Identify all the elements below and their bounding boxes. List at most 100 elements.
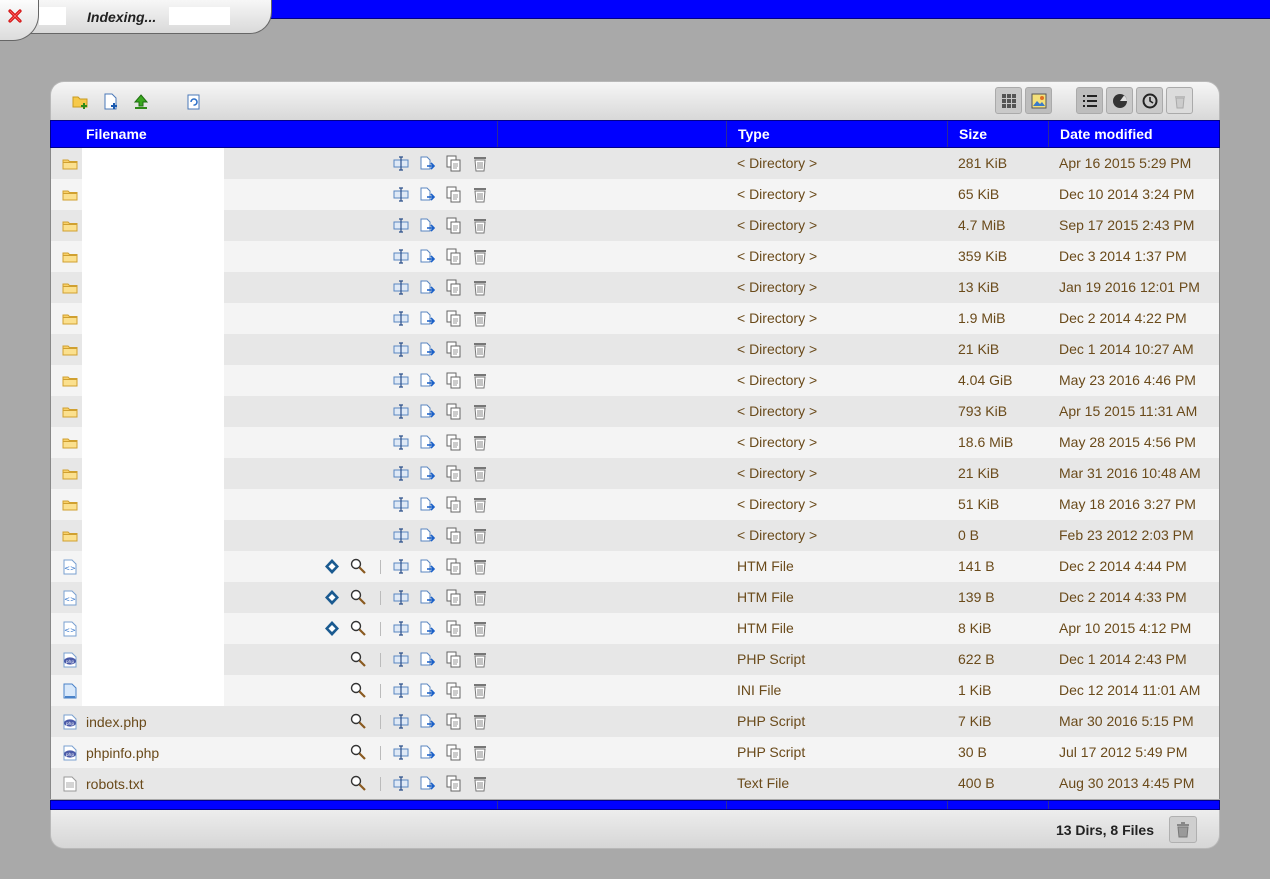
close-button[interactable] bbox=[0, 0, 39, 41]
file-row[interactable]: INI File 1 KiB Dec 12 2014 11:01 AM bbox=[50, 675, 1220, 706]
move-icon[interactable] bbox=[419, 310, 436, 327]
move-icon[interactable] bbox=[419, 434, 436, 451]
file-row[interactable]: < Directory > 1.9 MiB Dec 2 2014 4:22 PM bbox=[50, 303, 1220, 334]
copy-icon[interactable] bbox=[446, 279, 462, 296]
upload-icon[interactable] bbox=[132, 93, 150, 111]
redacted-filename[interactable] bbox=[82, 458, 224, 489]
trash-button[interactable] bbox=[1169, 816, 1197, 843]
rename-icon[interactable] bbox=[393, 186, 409, 203]
copy-icon[interactable] bbox=[446, 186, 462, 203]
redacted-filename[interactable] bbox=[82, 489, 224, 520]
copy-icon[interactable] bbox=[446, 558, 462, 575]
redacted-filename[interactable] bbox=[82, 210, 224, 241]
file-row[interactable]: < Directory > 18.6 MiB May 28 2015 4:56 PM bbox=[50, 427, 1220, 458]
delete-icon[interactable] bbox=[472, 713, 488, 730]
column-header-type[interactable]: Type bbox=[738, 121, 770, 147]
rename-icon[interactable] bbox=[393, 217, 409, 234]
redacted-filename[interactable] bbox=[82, 148, 224, 179]
redacted-filename[interactable] bbox=[82, 551, 224, 582]
rename-icon[interactable] bbox=[393, 713, 409, 730]
move-icon[interactable] bbox=[419, 620, 436, 637]
move-icon[interactable] bbox=[419, 465, 436, 482]
copy-icon[interactable] bbox=[446, 341, 462, 358]
view-magnifier-icon[interactable] bbox=[350, 744, 366, 761]
file-row[interactable]: < Directory > 21 KiB Mar 31 2016 10:48 AM bbox=[50, 458, 1220, 489]
copy-icon[interactable] bbox=[446, 217, 462, 234]
redacted-filename[interactable] bbox=[82, 334, 224, 365]
rename-icon[interactable] bbox=[393, 496, 409, 513]
file-row[interactable]: < Directory > 4.04 GiB May 23 2016 4:46 PM bbox=[50, 365, 1220, 396]
delete-icon[interactable] bbox=[472, 279, 488, 296]
edit-icon[interactable] bbox=[324, 558, 340, 575]
move-icon[interactable] bbox=[419, 341, 436, 358]
view-magnifier-icon[interactable] bbox=[350, 682, 366, 699]
copy-icon[interactable] bbox=[446, 589, 462, 606]
column-header-date[interactable]: Date modified bbox=[1060, 121, 1153, 147]
delete-icon[interactable] bbox=[472, 465, 488, 482]
rename-icon[interactable] bbox=[393, 341, 409, 358]
new-folder-icon[interactable] bbox=[72, 93, 90, 111]
copy-icon[interactable] bbox=[446, 248, 462, 265]
file-name[interactable]: robots.txt bbox=[86, 776, 144, 792]
rename-icon[interactable] bbox=[393, 465, 409, 482]
delete-icon[interactable] bbox=[472, 651, 488, 668]
move-icon[interactable] bbox=[419, 217, 436, 234]
delete-icon[interactable] bbox=[472, 217, 488, 234]
redacted-filename[interactable] bbox=[82, 582, 224, 613]
redacted-filename[interactable] bbox=[82, 396, 224, 427]
file-row[interactable]: < Directory > 13 KiB Jan 19 2016 12:01 PM bbox=[50, 272, 1220, 303]
move-icon[interactable] bbox=[419, 403, 436, 420]
delete-icon[interactable] bbox=[472, 682, 488, 699]
move-icon[interactable] bbox=[419, 186, 436, 203]
copy-icon[interactable] bbox=[446, 775, 462, 792]
redacted-filename[interactable] bbox=[82, 520, 224, 551]
file-row[interactable]: <> HTM File 8 KiB Apr 10 2015 4:12 PM bbox=[50, 613, 1220, 644]
rename-icon[interactable] bbox=[393, 279, 409, 296]
rename-icon[interactable] bbox=[393, 620, 409, 637]
rename-icon[interactable] bbox=[393, 403, 409, 420]
copy-icon[interactable] bbox=[446, 310, 462, 327]
redacted-filename[interactable] bbox=[82, 241, 224, 272]
rename-icon[interactable] bbox=[393, 682, 409, 699]
move-icon[interactable] bbox=[419, 682, 436, 699]
rename-icon[interactable] bbox=[393, 310, 409, 327]
delete-icon[interactable] bbox=[472, 372, 488, 389]
move-icon[interactable] bbox=[419, 775, 436, 792]
redacted-filename[interactable] bbox=[82, 644, 224, 675]
delete-icon[interactable] bbox=[472, 310, 488, 327]
copy-icon[interactable] bbox=[446, 527, 462, 544]
file-row[interactable]: < Directory > 0 B Feb 23 2012 2:03 PM bbox=[50, 520, 1220, 551]
view-magnifier-icon[interactable] bbox=[350, 713, 366, 730]
rename-icon[interactable] bbox=[393, 651, 409, 668]
file-row[interactable]: php PHP Script 622 B Dec 1 2014 2:43 PM bbox=[50, 644, 1220, 675]
copy-icon[interactable] bbox=[446, 372, 462, 389]
delete-icon[interactable] bbox=[472, 155, 488, 172]
file-row[interactable]: < Directory > 21 KiB Dec 1 2014 10:27 AM bbox=[50, 334, 1220, 365]
redacted-filename[interactable] bbox=[82, 613, 224, 644]
edit-icon[interactable] bbox=[324, 620, 340, 637]
move-icon[interactable] bbox=[419, 372, 436, 389]
rename-icon[interactable] bbox=[393, 775, 409, 792]
rename-icon[interactable] bbox=[393, 434, 409, 451]
move-icon[interactable] bbox=[419, 713, 436, 730]
redacted-filename[interactable] bbox=[82, 303, 224, 334]
redacted-filename[interactable] bbox=[82, 179, 224, 210]
move-icon[interactable] bbox=[419, 558, 436, 575]
delete-icon[interactable] bbox=[472, 558, 488, 575]
view-magnifier-icon[interactable] bbox=[350, 651, 366, 668]
file-row[interactable]: <> HTM File 139 B Dec 2 2014 4:33 PM bbox=[50, 582, 1220, 613]
copy-icon[interactable] bbox=[446, 651, 462, 668]
delete-icon[interactable] bbox=[472, 186, 488, 203]
view-magnifier-icon[interactable] bbox=[350, 775, 366, 792]
copy-icon[interactable] bbox=[446, 682, 462, 699]
delete-icon[interactable] bbox=[472, 527, 488, 544]
delete-icon[interactable] bbox=[472, 620, 488, 637]
move-icon[interactable] bbox=[419, 155, 436, 172]
thumbnail-view-button[interactable] bbox=[1025, 87, 1052, 114]
icon-view-button[interactable] bbox=[995, 87, 1022, 114]
copy-icon[interactable] bbox=[446, 620, 462, 637]
file-row[interactable]: robots.txt Text File 400 B Aug 30 2013 4:45… bbox=[50, 768, 1220, 799]
move-icon[interactable] bbox=[419, 744, 436, 761]
view-magnifier-icon[interactable] bbox=[350, 589, 366, 606]
column-header-filename[interactable]: Filename bbox=[86, 121, 147, 147]
